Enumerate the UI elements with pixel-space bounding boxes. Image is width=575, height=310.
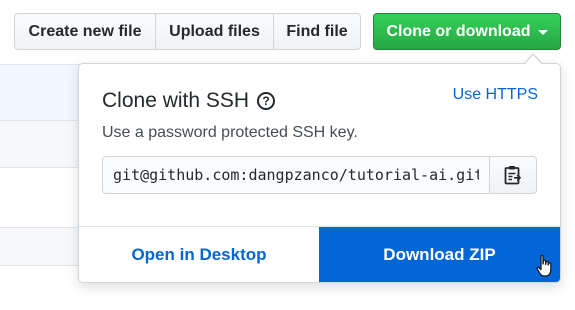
upload-files-button[interactable]: Upload files [155, 13, 274, 50]
clone-or-download-label: Clone or download [386, 22, 531, 40]
file-list-row [0, 120, 80, 167]
open-in-desktop-button[interactable]: Open in Desktop [79, 227, 319, 282]
download-zip-button[interactable]: Download ZIP [319, 227, 560, 282]
clone-dropdown-panel: Clone with SSH ? Use HTTPS Use a passwor… [78, 53, 561, 283]
repository-page: Create new file Upload files Find file C… [0, 0, 575, 310]
hand-pointer-cursor-icon [536, 254, 552, 277]
clipboard-icon [504, 166, 522, 185]
clone-panel-heading: Clone with SSH ? [102, 89, 276, 113]
clone-panel-description: Use a password protected SSH key. [102, 124, 358, 141]
question-circle-icon[interactable]: ? [257, 92, 276, 110]
clone-url-group [102, 156, 537, 194]
clone-or-download-button[interactable]: Clone or download [373, 13, 561, 50]
file-list-row [0, 64, 80, 120]
use-https-link[interactable]: Use HTTPS [453, 86, 538, 104]
download-zip-label: Download ZIP [383, 244, 496, 264]
file-actions-button-group: Create new file Upload files Find file [14, 13, 361, 50]
chevron-down-icon [537, 30, 548, 35]
file-list-row [0, 265, 80, 310]
find-file-button[interactable]: Find file [273, 13, 361, 50]
create-new-file-button[interactable]: Create new file [14, 13, 156, 50]
file-list-row [0, 227, 80, 265]
dropdown-pointer-fill [524, 55, 542, 65]
copy-to-clipboard-button[interactable] [489, 156, 537, 194]
clone-panel-footer: Open in Desktop Download ZIP [79, 226, 560, 282]
clone-url-input[interactable] [102, 156, 490, 194]
clone-panel-title: Clone with SSH [102, 89, 250, 112]
file-list-row [0, 167, 80, 227]
